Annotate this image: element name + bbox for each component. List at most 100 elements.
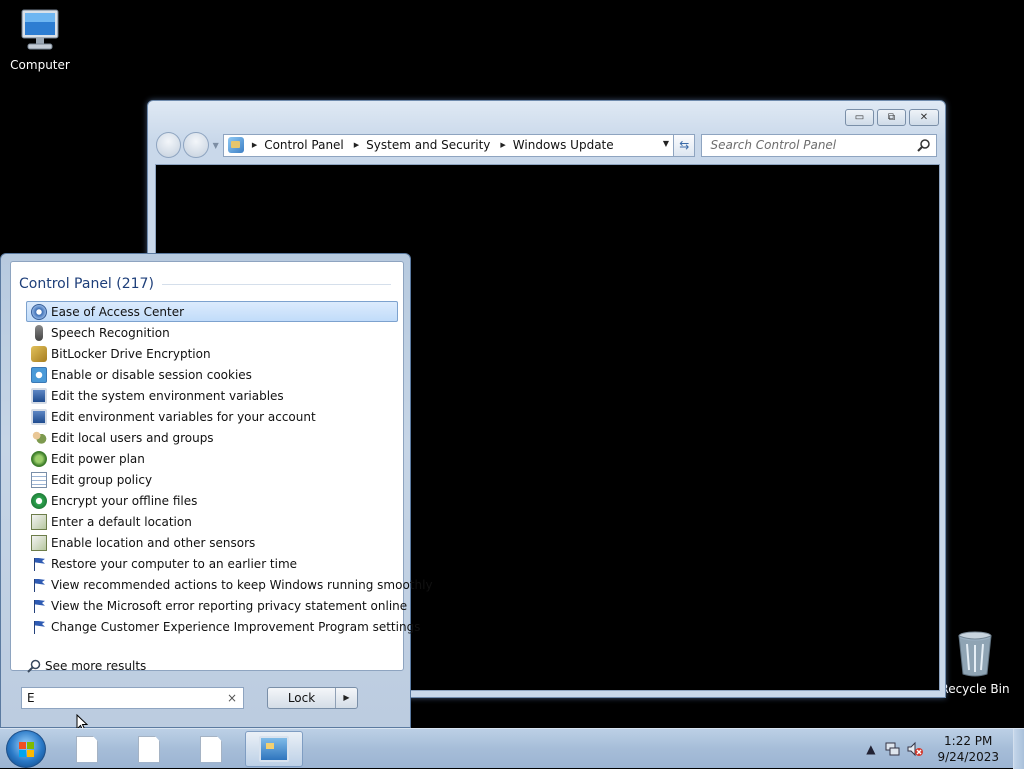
result-item[interactable]: Ease of Access Center (26, 301, 398, 322)
see-more-label: See more results (45, 659, 147, 673)
minimize-button[interactable]: ▭ (845, 109, 874, 126)
action-center-flag-icon (31, 577, 47, 593)
action-center-flag-icon (31, 598, 47, 614)
result-item[interactable]: Edit power plan (26, 448, 398, 469)
taskbar-control-panel-button[interactable] (245, 731, 303, 767)
result-item[interactable]: Edit environment variables for your acco… (26, 406, 398, 427)
breadcrumb-separator-icon[interactable]: ▶ (252, 141, 257, 149)
users-icon (31, 429, 47, 446)
result-item[interactable]: Enable or disable session cookies (26, 364, 398, 385)
windows-logo-icon (19, 742, 35, 758)
start-button[interactable] (6, 730, 46, 768)
result-item[interactable]: Edit group policy (26, 469, 398, 490)
group-policy-icon (31, 471, 47, 488)
document-icon (138, 735, 160, 763)
navigation-bar: ▼ ▶ Control Panel ▶ System and Security … (156, 132, 937, 158)
back-button[interactable] (156, 132, 182, 158)
show-hidden-icons-icon[interactable]: ▲ (866, 742, 875, 756)
breadcrumb-control-panel[interactable]: Control Panel (264, 138, 344, 152)
taskbar-document-button[interactable] (182, 731, 240, 767)
search-control-panel-input[interactable]: Search Control Panel (701, 133, 937, 157)
result-label: Restore your computer to an earlier time (51, 556, 298, 571)
result-label: Enter a default location (51, 514, 192, 529)
document-icon (200, 735, 222, 763)
result-item[interactable]: Restore your computer to an earlier time (26, 553, 398, 574)
network-icon[interactable] (885, 741, 901, 757)
control-panel-icon (227, 137, 244, 153)
result-item[interactable]: Enter a default location (26, 511, 398, 532)
refresh-icon: ⇆ (679, 138, 690, 152)
result-item[interactable]: Encrypt your offline files (26, 490, 398, 511)
search-icon[interactable] (917, 138, 930, 152)
forward-button[interactable] (183, 132, 209, 158)
control-panel-results-header[interactable]: Control Panel (217) (19, 276, 391, 292)
result-item[interactable]: Edit local users and groups (26, 427, 398, 448)
close-button[interactable]: ✕ (909, 109, 939, 126)
show-desktop-button[interactable] (1013, 729, 1024, 769)
start-search-input[interactable]: E × (21, 687, 244, 709)
result-label: Edit local users and groups (51, 430, 214, 445)
taskbar-document-button[interactable] (58, 731, 116, 767)
see-more-results-link[interactable]: See more results (27, 659, 146, 673)
result-label: Encrypt your offline files (51, 493, 198, 508)
volume-muted-icon[interactable] (907, 741, 924, 757)
document-icon (76, 735, 98, 763)
recycle-bin-desktop-icon[interactable]: Recycle Bin (935, 630, 1015, 696)
result-label: Edit group policy (51, 472, 153, 487)
desktop: Computer Recycle Bin ▭ ⧉ ✕ ▼ ▶ Control P… (0, 0, 1024, 732)
location-icon (31, 513, 47, 530)
result-item[interactable]: View the Microsoft error reporting priva… (26, 595, 407, 616)
action-center-flag-icon (31, 556, 47, 572)
system-icon (31, 408, 47, 425)
address-bar[interactable]: ▶ Control Panel ▶ System and Security ▶ … (222, 133, 675, 157)
result-item[interactable]: View recommended actions to keep Windows… (26, 574, 433, 595)
action-center-flag-icon (31, 619, 47, 635)
search-icon (27, 659, 41, 673)
maximize-icon: ⧉ (887, 112, 896, 123)
result-label: Edit environment variables for your acco… (51, 409, 316, 424)
breadcrumb-system-and-security[interactable]: System and Security (366, 138, 490, 152)
taskbar: ▲ 1:22 PM 9/24/2023 (0, 728, 1024, 769)
result-item[interactable]: Edit the system environment variables (26, 385, 398, 406)
result-list: Ease of Access Center Speech Recognition… (26, 301, 433, 637)
result-label: Edit the system environment variables (51, 388, 284, 403)
result-label: View the Microsoft error reporting priva… (51, 598, 408, 613)
address-dropdown-icon[interactable]: ▼ (663, 139, 669, 148)
breadcrumb-separator-icon[interactable]: ▶ (500, 141, 505, 149)
computer-desktop-icon[interactable]: Computer (0, 8, 80, 72)
computer-icon (21, 9, 59, 50)
result-label: Ease of Access Center (51, 304, 185, 319)
window-controls: ▭ ⧉ ✕ (845, 109, 939, 126)
recent-pages-dropdown-icon[interactable]: ▼ (213, 141, 219, 150)
maximize-button[interactable]: ⧉ (877, 109, 906, 126)
breadcrumb-separator-icon[interactable]: ▶ (354, 141, 359, 149)
minimize-icon: ▭ (854, 112, 865, 123)
search-results-panel: Control Panel (217) Ease of Access Cente… (10, 261, 433, 673)
taskbar-document-button[interactable] (120, 731, 178, 767)
internet-options-icon (31, 366, 47, 383)
result-item[interactable]: Enable location and other sensors (26, 532, 398, 553)
notification-area: ▲ 1:22 PM 9/24/2023 (866, 729, 1024, 769)
close-icon: ✕ (919, 112, 929, 123)
result-item[interactable]: Change Customer Experience Improvement P… (26, 616, 420, 637)
lock-button[interactable]: Lock ▶ (267, 687, 358, 709)
clear-search-icon[interactable]: × (227, 691, 237, 705)
result-label: Speech Recognition (51, 325, 170, 340)
result-item[interactable]: Speech Recognition (26, 322, 398, 343)
clock-date: 9/24/2023 (937, 750, 999, 764)
start-menu: Control Panel (217) Ease of Access Cente… (0, 253, 433, 728)
recycle-bin-label: Recycle Bin (940, 682, 1010, 696)
ease-of-access-icon (31, 303, 47, 320)
result-label: Enable or disable session cookies (51, 367, 252, 382)
lock-label[interactable]: Lock (268, 688, 336, 708)
result-label: View recommended actions to keep Windows… (51, 577, 433, 592)
system-clock[interactable]: 1:22 PM 9/24/2023 (937, 733, 999, 765)
breadcrumb-windows-update[interactable]: Windows Update (513, 138, 614, 152)
clock-time: 1:22 PM (944, 734, 993, 748)
result-item[interactable]: BitLocker Drive Encryption (26, 343, 398, 364)
power-icon (31, 450, 47, 467)
shutdown-options-arrow-icon[interactable]: ▶ (336, 688, 357, 708)
refresh-button[interactable]: ⇆ (674, 133, 696, 157)
bitlocker-key-icon (31, 345, 47, 362)
recycle-bin-icon (958, 631, 992, 677)
